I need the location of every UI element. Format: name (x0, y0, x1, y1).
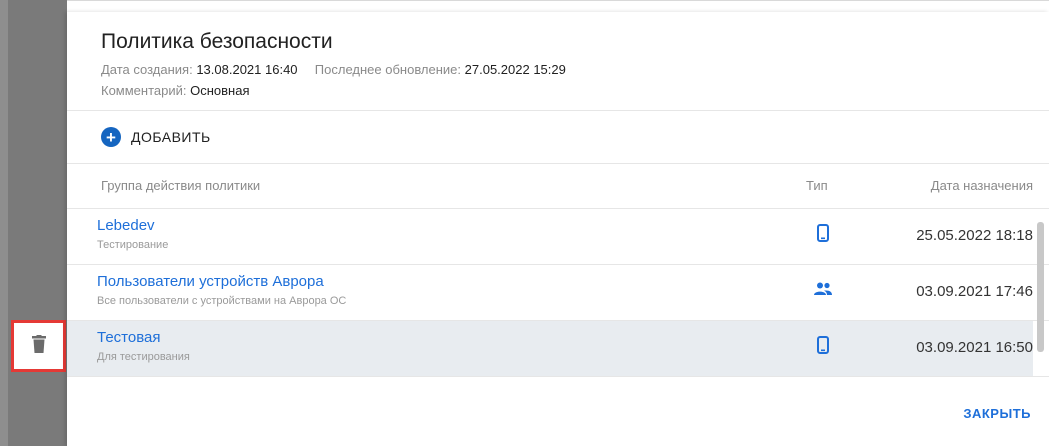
backdrop-strip (0, 0, 67, 446)
column-header-type: Тип (806, 178, 828, 193)
divider (67, 376, 1049, 377)
assignment-date: 03.09.2021 16:50 (916, 339, 1033, 356)
dialog-title: Политика безопасности (101, 30, 333, 53)
table-row-selected[interactable]: Тестовая Для тестирования 03.09.2021 16:… (67, 321, 1033, 376)
comment-line: Комментарий: Основная (101, 83, 250, 98)
phone-icon (812, 222, 834, 244)
table-row[interactable]: Пользователи устройств Аврора Все пользо… (67, 265, 1033, 320)
divider (67, 163, 1049, 164)
trash-icon (31, 334, 46, 358)
divider (67, 110, 1049, 111)
group-description: Все пользователи с устройствами на Аврор… (97, 295, 347, 307)
updated-date: 27.05.2022 15:29 (464, 62, 566, 77)
created-date: 13.08.2021 16:40 (196, 62, 298, 77)
close-button[interactable]: ЗАКРЫТЬ (963, 406, 1031, 421)
plus-icon: + (101, 127, 121, 147)
phone-icon (812, 334, 834, 356)
policy-dialog: Политика безопасности Дата создания: 13.… (67, 12, 1049, 446)
group-name-link[interactable]: Пользователи устройств Аврора (97, 273, 324, 290)
table-row[interactable]: Lebedev Тестирование 25.05.2022 18:18 (67, 209, 1033, 264)
group-name-link[interactable]: Lebedev (97, 217, 155, 234)
add-button-label: ДОБАВИТЬ (131, 129, 211, 145)
scrollbar[interactable] (1037, 222, 1044, 352)
group-name-link[interactable]: Тестовая (97, 329, 160, 346)
delete-row-button[interactable] (11, 320, 66, 372)
group-icon (812, 278, 834, 300)
dates-line: Дата создания: 13.08.2021 16:40 Последне… (101, 62, 566, 77)
group-description: Для тестирования (97, 351, 190, 363)
column-header-group: Группа действия политики (101, 178, 261, 193)
assignment-date: 03.09.2021 17:46 (916, 283, 1033, 300)
column-header-date: Дата назначения (930, 178, 1033, 193)
comment-value: Основная (190, 83, 250, 98)
assignment-date: 25.05.2022 18:18 (916, 227, 1033, 244)
add-button[interactable]: + ДОБАВИТЬ (101, 127, 211, 147)
group-description: Тестирование (97, 239, 169, 251)
